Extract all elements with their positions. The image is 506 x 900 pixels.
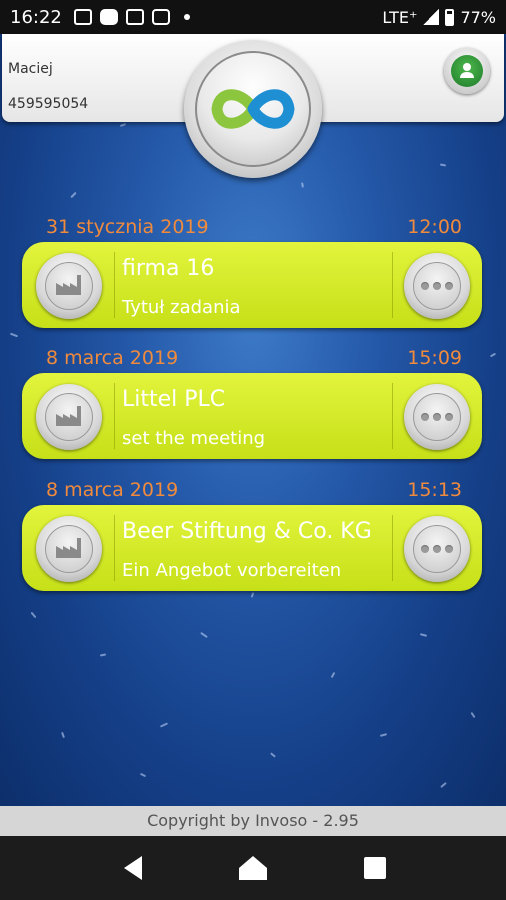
signal-icon bbox=[423, 9, 440, 25]
divider bbox=[392, 252, 393, 318]
factory-icon bbox=[45, 525, 93, 573]
factory-icon bbox=[45, 262, 93, 310]
task-card[interactable]: Beer Stiftung & Co. KG Ein Angebot vorbe… bbox=[22, 505, 482, 591]
task-title: set the meeting bbox=[122, 428, 266, 449]
user-id: 459595054 bbox=[8, 96, 89, 112]
task-date-row: 8 marca 2019 15:09 bbox=[46, 347, 462, 373]
divider bbox=[114, 252, 115, 318]
more-dots-icon bbox=[413, 262, 461, 310]
back-icon[interactable] bbox=[118, 852, 150, 884]
battery-level: 77% bbox=[460, 7, 496, 27]
task-date-row: 31 stycznia 2019 12:00 bbox=[46, 216, 462, 242]
task-company: Littel PLC bbox=[122, 387, 226, 412]
task-time: 15:09 bbox=[407, 347, 462, 369]
task-title: Ein Angebot vorbereiten bbox=[122, 560, 342, 581]
user-avatar-button[interactable] bbox=[444, 48, 490, 94]
more-dots-icon bbox=[413, 393, 461, 441]
infinity-logo-icon bbox=[195, 51, 311, 167]
task-company: firma 16 bbox=[122, 256, 215, 281]
user-avatar-icon bbox=[451, 55, 483, 87]
task-card[interactable]: Littel PLC set the meeting bbox=[22, 373, 482, 459]
battery-icon bbox=[445, 8, 455, 26]
task-time: 15:13 bbox=[407, 479, 462, 501]
task-menu-button[interactable] bbox=[404, 384, 470, 450]
factory-icon bbox=[45, 393, 93, 441]
company-button[interactable] bbox=[36, 516, 102, 582]
divider bbox=[114, 515, 115, 581]
task-date: 8 marca 2019 bbox=[46, 479, 179, 501]
task-date: 31 stycznia 2019 bbox=[46, 216, 209, 238]
notification-dot-icon bbox=[183, 14, 190, 20]
divider bbox=[114, 383, 115, 449]
task-title: Tytuł zadania bbox=[122, 297, 241, 318]
more-dots-icon bbox=[413, 525, 461, 573]
system-nav-bar bbox=[0, 836, 506, 900]
mail-icon bbox=[125, 9, 144, 25]
task-menu-button[interactable] bbox=[404, 253, 470, 319]
copyright-footer: Copyright by Invoso - 2.95 bbox=[0, 806, 506, 836]
youtube-icon bbox=[99, 9, 118, 25]
task-date-row: 8 marca 2019 15:13 bbox=[46, 479, 462, 505]
home-icon[interactable] bbox=[237, 852, 269, 884]
task-menu-button[interactable] bbox=[404, 516, 470, 582]
task-time: 12:00 bbox=[407, 216, 462, 238]
task-company: Beer Stiftung & Co. KG bbox=[122, 519, 372, 544]
divider bbox=[392, 383, 393, 449]
status-bar: 16:22 LTE⁺ 77% bbox=[0, 0, 506, 34]
camera-icon bbox=[151, 9, 170, 25]
status-time: 16:22 bbox=[10, 6, 62, 28]
divider bbox=[392, 515, 393, 581]
network-label: LTE⁺ bbox=[382, 7, 418, 27]
recents-icon[interactable] bbox=[359, 852, 391, 884]
company-button[interactable] bbox=[36, 253, 102, 319]
task-card[interactable]: firma 16 Tytuł zadania bbox=[22, 242, 482, 328]
user-name: Maciej bbox=[8, 61, 53, 77]
app-logo-button[interactable] bbox=[184, 40, 322, 178]
task-date: 8 marca 2019 bbox=[46, 347, 179, 369]
image-icon bbox=[73, 9, 92, 25]
company-button[interactable] bbox=[36, 384, 102, 450]
